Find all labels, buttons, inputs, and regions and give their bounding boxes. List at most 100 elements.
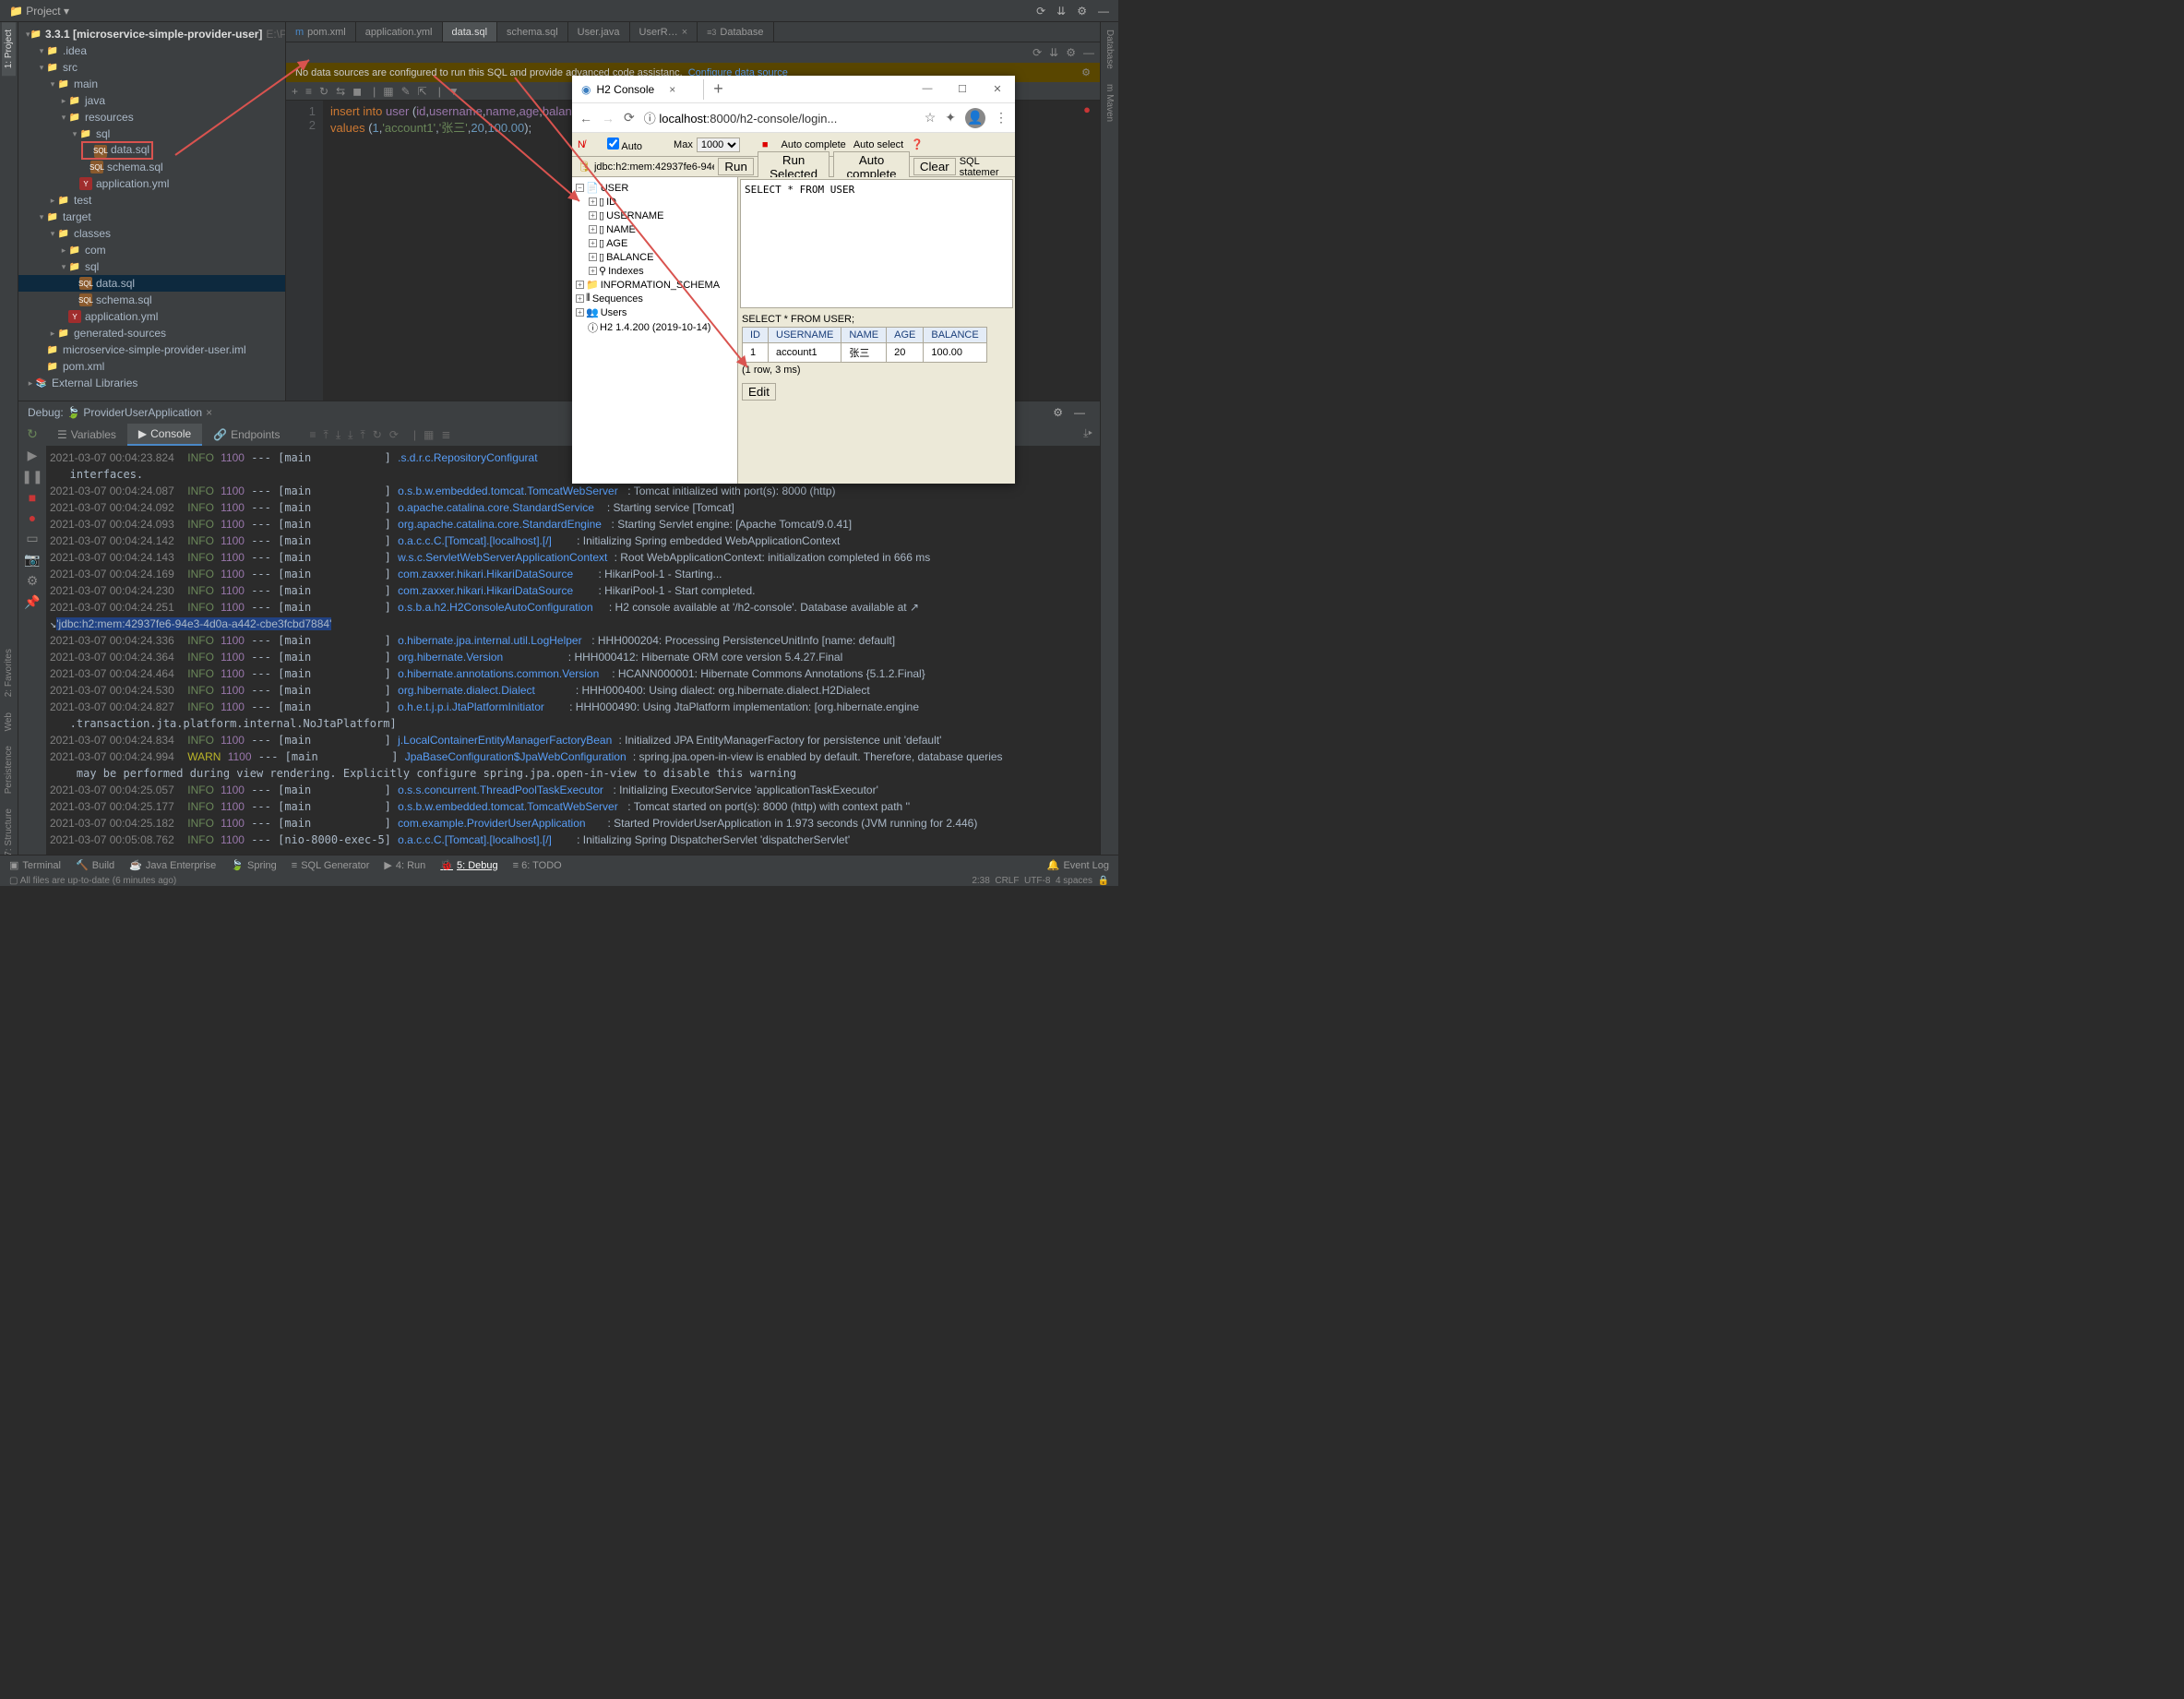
tree-item[interactable]: SQLdata.sql — [18, 142, 285, 159]
tree-item[interactable]: ▾📁.idea — [18, 42, 285, 59]
reload-icon[interactable]: ⟳ — [624, 110, 635, 126]
tree-item[interactable]: SQLdata.sql — [18, 275, 285, 292]
bottom-run[interactable]: ▶ 4: Run — [384, 859, 425, 871]
maximize-icon[interactable]: ☐ — [945, 83, 980, 95]
bottom-debug[interactable]: 🐞 5: Debug — [440, 859, 497, 871]
minimize-icon[interactable]: — — [910, 83, 945, 95]
bottom-build[interactable]: 🔨 Build — [76, 859, 114, 871]
grid-icon[interactable]: ▦ — [383, 85, 393, 98]
side-persistence[interactable]: Persistence — [2, 738, 16, 801]
tree-item[interactable]: ▸📁com — [18, 242, 285, 258]
tree-item[interactable]: SQLschema.sql — [18, 292, 285, 308]
close-icon[interactable]: ✕ — [980, 83, 1015, 95]
bottom-todo[interactable]: ≡ 6: TODO — [513, 860, 562, 871]
status-enc[interactable]: UTF-8 — [1024, 876, 1050, 886]
edit-icon[interactable]: ✎ — [401, 85, 411, 98]
side-maven[interactable]: m Maven — [1103, 77, 1116, 129]
gear-icon[interactable]: ⚙ — [1066, 46, 1076, 59]
disconnect-icon[interactable]: N̸ — [578, 139, 585, 150]
side-project[interactable]: 1: Project — [2, 22, 16, 76]
console-output[interactable]: 2021-03-07 00:04:23.824 INFO 1100 --- [m… — [18, 446, 1100, 864]
side-web[interactable]: Web — [2, 705, 16, 738]
pin-icon[interactable]: 📌 — [24, 594, 40, 610]
tab-console[interactable]: ▶ Console — [127, 424, 202, 446]
dbg-btn[interactable]: ↻ — [373, 428, 382, 441]
stop-icon[interactable]: ■ — [762, 139, 769, 150]
h2-tree-item[interactable]: + ▯ BALANCE — [576, 250, 734, 264]
collapse-icon[interactable]: ⇊ — [1051, 3, 1071, 19]
sql-textarea[interactable]: SELECT * FROM USER — [740, 179, 1013, 308]
hide-icon[interactable]: — — [1083, 46, 1094, 59]
dbg-btn[interactable]: ≣ — [441, 428, 450, 441]
error-marker-icon[interactable]: ● — [1083, 102, 1091, 116]
dbg-btn[interactable]: ⤓ — [336, 428, 340, 442]
breakpoint-icon[interactable]: ● — [29, 510, 36, 525]
editor-tab[interactable]: data.sql — [443, 22, 498, 42]
tree-root[interactable]: ▾📁3.3.1 [microservice-simple-provider-us… — [18, 26, 285, 42]
editor-tab[interactable]: m pom.xml — [286, 22, 356, 42]
sync-icon[interactable]: ⇆ — [336, 85, 345, 98]
tab-variables[interactable]: ☰ Variables — [46, 424, 127, 446]
bottom-spring[interactable]: 🍃 Spring — [231, 859, 277, 871]
filter-icon[interactable]: ▼ — [448, 85, 459, 98]
status-indent[interactable]: 4 spaces — [1056, 876, 1092, 886]
dbg-btn[interactable]: ≡ — [310, 428, 316, 441]
nav-icon[interactable]: ⇱ — [418, 85, 427, 98]
tree-item[interactable]: SQLschema.sql — [18, 159, 285, 175]
h2-tree-item[interactable]: ⓘ H2 1.4.200 (2019-10-14) — [576, 319, 734, 336]
scroll-icon[interactable]: ⤓▸ — [1076, 424, 1100, 446]
tree-item[interactable]: ▾📁sql — [18, 126, 285, 142]
sync-icon[interactable]: ⟳ — [1032, 46, 1042, 59]
tree-item[interactable]: ▾📁main — [18, 76, 285, 92]
reload-icon[interactable]: ⟳ — [1031, 3, 1051, 19]
rerun-icon[interactable]: ↻ — [27, 426, 38, 442]
close-icon[interactable]: × — [669, 83, 675, 96]
notice-gear-icon[interactable]: ⚙ — [1081, 66, 1091, 78]
dbg-btn[interactable]: ⤓ — [348, 428, 352, 442]
menu-icon[interactable]: ⋮ — [995, 110, 1008, 126]
dbg-btn[interactable]: ⤒ — [360, 428, 364, 442]
project-tree[interactable]: ▾📁3.3.1 [microservice-simple-provider-us… — [18, 22, 285, 401]
tree-item[interactable]: ▸📁generated-sources — [18, 325, 285, 341]
editor-tab[interactable]: User.java — [568, 22, 630, 42]
clear-button[interactable]: Clear — [913, 158, 956, 175]
avatar-icon[interactable]: 👤 — [965, 108, 985, 128]
gear-icon[interactable]: ⚙ — [1071, 3, 1092, 19]
tree-item[interactable]: ▾📁target — [18, 209, 285, 225]
camera-icon[interactable]: 📷 — [24, 552, 40, 568]
debug-config[interactable]: ProviderUserApplication — [83, 406, 202, 419]
hide-icon[interactable]: — — [1068, 404, 1091, 421]
tree-item[interactable]: ▸📁test — [18, 192, 285, 209]
h2-browser-tab[interactable]: ◉ H2 Console × — [572, 79, 704, 100]
bottom-sqlgen[interactable]: ≡ SQL Generator — [292, 860, 370, 871]
tree-item[interactable]: ▾📁resources — [18, 109, 285, 126]
editor-tab[interactable]: application.yml — [356, 22, 443, 42]
edit-button[interactable]: Edit — [742, 383, 776, 401]
editor-tab[interactable]: schema.sql — [497, 22, 568, 42]
tree-item[interactable]: 📁microservice-simple-provider-user.iml — [18, 341, 285, 358]
collapse-icon[interactable]: ⇊ — [1049, 46, 1058, 59]
refresh-icon[interactable]: ↻ — [319, 85, 328, 98]
stop-icon[interactable]: ■ — [29, 490, 36, 505]
tree-item[interactable]: Yapplication.yml — [18, 175, 285, 192]
extensions-icon[interactable]: ✦ — [945, 110, 956, 126]
bottom-eventlog[interactable]: 🔔 Event Log — [1047, 859, 1109, 871]
dbg-btn[interactable]: ⟳ — [389, 428, 399, 441]
close-icon[interactable]: × — [206, 406, 212, 419]
help-icon[interactable]: ❓ — [911, 138, 924, 150]
h2-tree-item[interactable]: + ▯ ID — [576, 195, 734, 209]
status-pos[interactable]: 2:38 — [972, 876, 989, 886]
tree-item[interactable]: ▾📁classes — [18, 225, 285, 242]
tree-item[interactable]: Yapplication.yml — [18, 308, 285, 325]
layout-icon[interactable]: ▭ — [26, 531, 38, 546]
max-select[interactable]: 1000 — [697, 138, 740, 152]
back-icon[interactable]: ← — [579, 111, 592, 126]
h2-schema-tree[interactable]: − 📄 USER+ ▯ ID+ ▯ USERNAME+ ▯ NAME+ ▯ AG… — [572, 177, 738, 484]
tab-endpoints[interactable]: 🔗 Endpoints — [202, 424, 291, 446]
tree-ext-lib[interactable]: ▸📚External Libraries — [18, 375, 285, 391]
tree-item[interactable]: ▸📁java — [18, 92, 285, 109]
gear-icon[interactable]: ⚙ — [1047, 404, 1068, 421]
stop-icon[interactable]: ◼ — [352, 85, 362, 98]
project-dropdown[interactable]: 📁 Project ▾ — [4, 3, 75, 19]
dbg-btn[interactable]: ⤒ — [324, 428, 328, 442]
